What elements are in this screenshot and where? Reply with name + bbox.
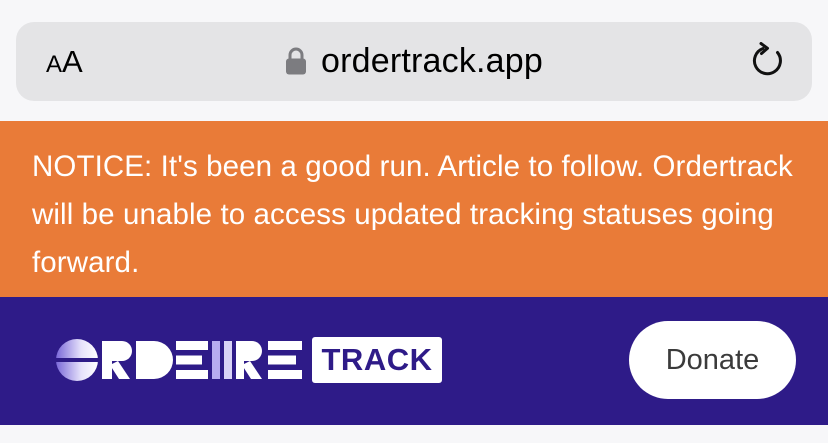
notice-text: NOTICE: It's been a good run. Article to… [32, 150, 793, 279]
reload-icon[interactable] [748, 42, 786, 80]
browser-toolbar: AA ordertrack.app [0, 0, 828, 121]
page-body-edge [0, 425, 828, 443]
donate-button[interactable]: Donate [629, 321, 796, 399]
order-logo-mark [56, 339, 302, 381]
address-bar[interactable]: AA ordertrack.app [16, 22, 812, 101]
url-display[interactable]: ordertrack.app [16, 22, 812, 101]
logo-track-badge: TRACK [312, 337, 442, 383]
lock-icon [285, 47, 306, 74]
ordertrack-logo[interactable]: TRACK [54, 337, 442, 383]
url-text: ordertrack.app [320, 42, 544, 80]
notice-banner: NOTICE: It's been a good run. Article to… [0, 121, 828, 297]
site-header: TRACK Donate [0, 297, 828, 425]
